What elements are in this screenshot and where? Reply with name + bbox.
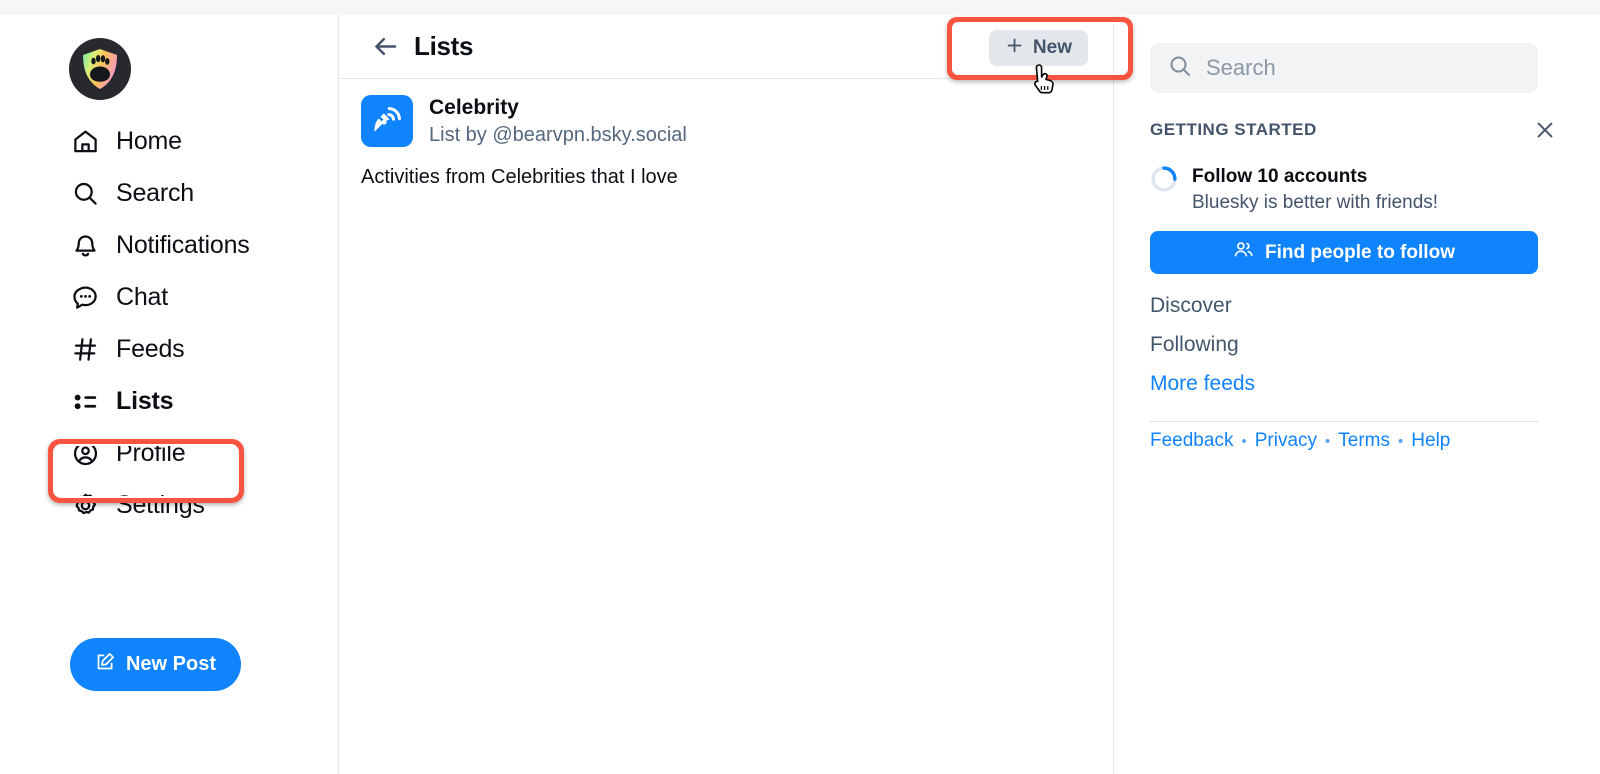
sidebar-item-home[interactable]: Home [0, 115, 338, 167]
list-icon [70, 386, 100, 416]
list-item[interactable]: Celebrity List by @bearvpn.bsky.social A… [339, 79, 1113, 191]
find-people-label: Find people to follow [1265, 242, 1455, 264]
new-list-button[interactable]: New [989, 30, 1088, 66]
task-subtitle: Bluesky is better with friends! [1192, 191, 1438, 216]
sidebar-item-profile[interactable]: Profile [0, 427, 338, 479]
footer-link-privacy[interactable]: Privacy [1255, 430, 1317, 452]
footer-links: Feedback • Privacy • Terms • Help [1150, 430, 1450, 452]
search-icon [70, 178, 100, 208]
home-icon [70, 126, 100, 156]
hashtag-icon [70, 334, 100, 364]
footer-separator: • [1241, 433, 1246, 450]
sidebar-item-feeds[interactable]: Feeds [0, 323, 338, 375]
search-icon [1168, 54, 1192, 83]
bear-paw-shield-icon [80, 48, 120, 90]
compose-icon [95, 651, 116, 678]
chat-bubble-icon [70, 282, 100, 312]
task-title: Follow 10 accounts [1192, 165, 1438, 189]
sidebar-item-settings[interactable]: Settings [0, 479, 338, 531]
center-column: Lists New [338, 15, 1114, 774]
list-name: Celebrity [429, 95, 687, 121]
sidebar-item-lists[interactable]: Lists [0, 375, 338, 427]
progress-ring-icon [1150, 165, 1178, 198]
footer-separator: • [1398, 433, 1403, 450]
getting-started-task: Follow 10 accounts Bluesky is better wit… [1150, 165, 1438, 215]
list-byline: List by @bearvpn.bsky.social [429, 122, 687, 148]
sidebar-item-search[interactable]: Search [0, 167, 338, 219]
page-header: Lists New [339, 15, 1113, 79]
task-text: Follow 10 accounts Bluesky is better wit… [1192, 165, 1438, 215]
footer-separator: • [1325, 433, 1330, 450]
sidebar-item-notifications[interactable]: Notifications [0, 219, 338, 271]
new-post-label: New Post [126, 653, 216, 676]
avatar[interactable] [69, 38, 131, 100]
bell-icon [70, 230, 100, 260]
sidebar-item-label: Chat [116, 285, 168, 310]
close-icon [1534, 119, 1556, 141]
footer-link-terms[interactable]: Terms [1338, 430, 1390, 452]
footer-link-feedback[interactable]: Feedback [1150, 430, 1233, 452]
back-button[interactable] [368, 30, 402, 64]
sidebar-item-label: Search [116, 181, 194, 206]
getting-started-heading: GETTING STARTED [1150, 120, 1317, 140]
list-item-header: Celebrity List by @bearvpn.bsky.social [361, 95, 1091, 148]
new-post-button[interactable]: New Post [70, 638, 241, 691]
feed-link-following[interactable]: Following [1150, 333, 1239, 357]
sidebar-item-label: Feeds [116, 337, 184, 362]
sidebar-item-label: Home [116, 129, 182, 154]
mouse-cursor [1031, 63, 1057, 100]
page-title: Lists [414, 31, 473, 62]
close-getting-started-button[interactable] [1532, 117, 1558, 143]
user-circle-icon [70, 438, 100, 468]
browser-top-strip [0, 0, 1600, 15]
sidebar-item-label: Notifications [116, 233, 250, 258]
people-icon [1233, 239, 1254, 266]
bluesky-app: Home Search Notifications [0, 0, 1600, 774]
left-sidebar: Home Search Notifications [0, 15, 338, 774]
right-sidebar: Search GETTING STARTED Follow 10 account… [1115, 15, 1600, 774]
list-description: Activities from Celebrities that I love [361, 164, 1091, 191]
search-placeholder: Search [1206, 55, 1276, 81]
feed-link-more-feeds[interactable]: More feeds [1150, 372, 1255, 396]
satellite-dish-icon [361, 95, 413, 147]
sidebar-item-label: Lists [116, 389, 173, 414]
primary-nav: Home Search Notifications [0, 115, 338, 531]
feed-link-discover[interactable]: Discover [1150, 294, 1232, 318]
plus-icon [1005, 36, 1024, 61]
list-item-meta: Celebrity List by @bearvpn.bsky.social [429, 95, 687, 148]
search-input[interactable]: Search [1150, 43, 1538, 93]
find-people-to-follow-button[interactable]: Find people to follow [1150, 231, 1538, 274]
sidebar-item-label: Profile [116, 441, 185, 466]
sidebar-item-chat[interactable]: Chat [0, 271, 338, 323]
new-list-label: New [1033, 37, 1072, 59]
footer-link-help[interactable]: Help [1411, 430, 1450, 452]
arrow-left-icon [372, 33, 399, 60]
gear-icon [70, 490, 100, 520]
sidebar-item-label: Settings [116, 493, 205, 518]
footer-divider [1150, 421, 1538, 422]
